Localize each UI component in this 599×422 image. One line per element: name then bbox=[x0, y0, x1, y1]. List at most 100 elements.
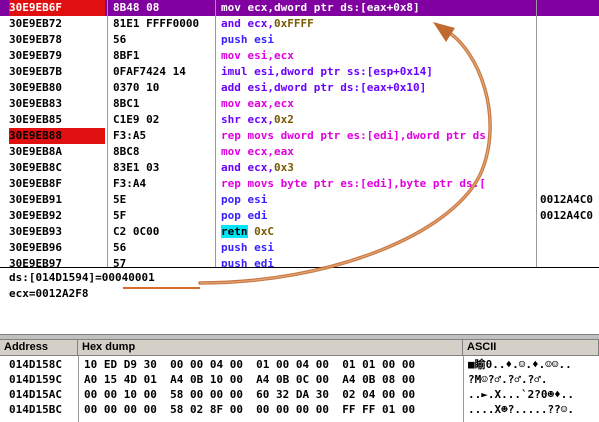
disasm-hex[interactable]: 56 bbox=[113, 240, 213, 256]
disassembly-pane[interactable]: 30E9EB6F 8B48 08 mov ecx,dword ptr ds:[eax… bbox=[0, 0, 599, 267]
instruction-token: add esi,dword ptr ds:[eax+0x10] bbox=[221, 81, 427, 94]
dump-ascii[interactable]: ?M☺?♂.?♂.?♂. bbox=[468, 373, 547, 387]
disasm-address[interactable]: 30E9EB93 bbox=[9, 224, 105, 240]
disasm-hex[interactable]: 0370 10 bbox=[113, 80, 213, 96]
disasm-instruction[interactable]: pop edi bbox=[221, 208, 541, 224]
disasm-instruction[interactable]: and ecx,0xFFFF bbox=[221, 16, 541, 32]
disasm-address[interactable]: 30E9EB80 bbox=[9, 80, 105, 96]
disasm-row[interactable]: 30E9EB8C 83E1 03 and ecx,0x3 bbox=[0, 160, 599, 176]
disasm-hex[interactable]: 56 bbox=[113, 32, 213, 48]
dump-address[interactable]: 014D158C bbox=[9, 358, 62, 372]
disasm-row[interactable]: 30E9EB80 0370 10 add esi,dword ptr ds:[eax… bbox=[0, 80, 599, 96]
disasm-divider-2 bbox=[215, 0, 216, 267]
dump-hex-bytes[interactable]: 00 00 10 00 58 00 00 00 60 32 DA 30 02 0… bbox=[84, 388, 415, 402]
dump-address[interactable]: 014D15AC bbox=[9, 388, 62, 402]
dump-ascii[interactable]: ....X☻?.....??☺. bbox=[468, 403, 574, 417]
disasm-hex[interactable]: 0FAF7424 14 bbox=[113, 64, 213, 80]
disasm-hex[interactable]: F3:A4 bbox=[113, 176, 213, 192]
disasm-hex[interactable]: 8BF1 bbox=[113, 48, 213, 64]
disasm-row[interactable]: 30E9EB83 8BC1 mov eax,ecx bbox=[0, 96, 599, 112]
disasm-row[interactable]: 30E9EB97 57 push edi bbox=[0, 256, 599, 267]
disasm-comment: 0012A4C0 bbox=[540, 193, 593, 206]
disasm-address[interactable]: 30E9EB88 bbox=[9, 128, 105, 144]
disasm-hex[interactable]: 83E1 03 bbox=[113, 160, 213, 176]
dump-row[interactable]: 014D15BC 00 00 00 00 58 02 8F 00 00 00 00… bbox=[0, 403, 599, 417]
disasm-row[interactable]: 30E9EB72 81E1 FFFF0000 and ecx,0xFFFF bbox=[0, 16, 599, 32]
disasm-address[interactable]: 30E9EB8F bbox=[9, 176, 105, 192]
instruction-token: mov ecx, bbox=[221, 1, 274, 14]
disasm-instruction[interactable]: mov esi,ecx bbox=[221, 48, 541, 64]
disasm-instruction[interactable]: mov ecx,dword ptr ds:[eax+0x8] bbox=[221, 0, 541, 16]
disasm-instruction[interactable]: push esi bbox=[221, 32, 541, 48]
disasm-row[interactable]: 30E9EB8A 8BC8 mov ecx,eax bbox=[0, 144, 599, 160]
dump-row[interactable]: 014D158C 10 ED D9 30 00 00 04 00 01 00 04… bbox=[0, 358, 599, 372]
dump-address[interactable]: 014D159C bbox=[9, 373, 62, 387]
dump-ascii[interactable]: ..►.X...`2?0☻♦.. bbox=[468, 388, 574, 402]
disasm-address[interactable]: 30E9EB96 bbox=[9, 240, 105, 256]
disasm-address[interactable]: 30E9EB85 bbox=[9, 112, 105, 128]
disasm-row[interactable]: 30E9EB93 C2 0C00 retn 0xC bbox=[0, 224, 599, 240]
disasm-hex[interactable]: C1E9 02 bbox=[113, 112, 213, 128]
dump-ascii[interactable]: ■睮0..♦.☺.♦.☺☺.. bbox=[468, 358, 572, 372]
disasm-instruction[interactable]: mov eax,ecx bbox=[221, 96, 541, 112]
disasm-hex[interactable]: F3:A5 bbox=[113, 128, 213, 144]
dump-row[interactable]: 014D15AC 00 00 10 00 58 00 00 00 60 32 DA… bbox=[0, 388, 599, 402]
disasm-instruction[interactable]: and ecx,0x3 bbox=[221, 160, 541, 176]
disasm-hex[interactable]: 57 bbox=[113, 256, 213, 267]
disasm-instruction[interactable]: pop esi bbox=[221, 192, 541, 208]
disasm-instruction[interactable]: add esi,dword ptr ds:[eax+0x10] bbox=[221, 80, 541, 96]
hex-dump-pane[interactable]: Address Hex dump ASCII 014D158C 10 ED D9 … bbox=[0, 340, 599, 422]
disasm-instruction[interactable]: shr ecx,0x2 bbox=[221, 112, 541, 128]
dump-hex-bytes[interactable]: 10 ED D9 30 00 00 04 00 01 00 04 00 01 0… bbox=[84, 358, 415, 372]
dump-row[interactable]: 014D159C A0 15 4D 01 A4 0B 10 00 A4 0B 0C… bbox=[0, 373, 599, 387]
disasm-address[interactable]: 30E9EB91 bbox=[9, 192, 105, 208]
disasm-hex[interactable]: 5E bbox=[113, 192, 213, 208]
disasm-address[interactable]: 30E9EB72 bbox=[9, 16, 105, 32]
value-underline bbox=[123, 287, 200, 289]
dump-address[interactable]: 014D15BC bbox=[9, 403, 62, 417]
disasm-address[interactable]: 30E9EB8C bbox=[9, 160, 105, 176]
disasm-hex[interactable]: 8B48 08 bbox=[113, 0, 213, 16]
disasm-address[interactable]: 30E9EB7B bbox=[9, 64, 105, 80]
disasm-address[interactable]: 30E9EB92 bbox=[9, 208, 105, 224]
info-pane: ds:[014D1594]=00040001 ecx=0012A2F8 bbox=[0, 268, 599, 334]
disasm-instruction[interactable]: push edi bbox=[221, 256, 541, 267]
instruction-token: rep movs dword ptr es:[edi],dword ptr ds bbox=[221, 129, 486, 142]
dump-header-ascii[interactable]: ASCII bbox=[463, 340, 599, 356]
disasm-row[interactable]: 30E9EB88 F3:A5 rep movs dword ptr es:[edi]… bbox=[0, 128, 599, 144]
disasm-address[interactable]: 30E9EB79 bbox=[9, 48, 105, 64]
disasm-instruction[interactable]: push esi bbox=[221, 240, 541, 256]
dump-header-address[interactable]: Address bbox=[0, 340, 78, 356]
disasm-hex[interactable]: 8BC1 bbox=[113, 96, 213, 112]
disasm-instruction[interactable]: mov ecx,eax bbox=[221, 144, 541, 160]
disasm-hex[interactable]: 8BC8 bbox=[113, 144, 213, 160]
disasm-hex[interactable]: 81E1 FFFF0000 bbox=[113, 16, 213, 32]
disasm-address[interactable]: 30E9EB83 bbox=[9, 96, 105, 112]
dump-hex-bytes[interactable]: A0 15 4D 01 A4 0B 10 00 A4 0B 0C 00 A4 0… bbox=[84, 373, 415, 387]
dump-hex-bytes[interactable]: 00 00 00 00 58 02 8F 00 00 00 00 00 FF F… bbox=[84, 403, 415, 417]
instruction-token: push edi bbox=[221, 257, 274, 267]
disasm-row[interactable]: 30E9EB78 56 push esi bbox=[0, 32, 599, 48]
disasm-address[interactable]: 30E9EB8A bbox=[9, 144, 105, 160]
dump-header-hex[interactable]: Hex dump bbox=[78, 340, 463, 356]
disasm-address[interactable]: 30E9EB97 bbox=[9, 256, 105, 267]
instruction-token: 0xFFFF bbox=[273, 17, 314, 30]
disasm-instruction[interactable]: rep movs dword ptr es:[edi],dword ptr ds bbox=[221, 128, 541, 144]
disasm-address[interactable]: 30E9EB6F bbox=[9, 0, 105, 16]
disasm-instruction[interactable]: rep movs byte ptr es:[edi],byte ptr ds:[ bbox=[221, 176, 541, 192]
disasm-row[interactable]: 30E9EB8F F3:A4 rep movs byte ptr es:[edi],… bbox=[0, 176, 599, 192]
disasm-row[interactable]: 30E9EB92 5F pop edi 0012A4C0 bbox=[0, 208, 599, 224]
disasm-hex[interactable]: C2 0C00 bbox=[113, 224, 213, 240]
disasm-comment: 0012A4C0 bbox=[540, 209, 593, 222]
disasm-row[interactable]: 30E9EB79 8BF1 mov esi,ecx bbox=[0, 48, 599, 64]
disasm-hex[interactable]: 5F bbox=[113, 208, 213, 224]
disasm-row[interactable]: 30E9EB91 5E pop esi 0012A4C0 bbox=[0, 192, 599, 208]
disasm-address[interactable]: 30E9EB78 bbox=[9, 32, 105, 48]
disasm-instruction[interactable]: imul esi,dword ptr ss:[esp+0x14] bbox=[221, 64, 541, 80]
disasm-row[interactable]: 30E9EB85 C1E9 02 shr ecx,0x2 bbox=[0, 112, 599, 128]
disasm-row[interactable]: 30E9EB96 56 push esi bbox=[0, 240, 599, 256]
dump-header: Address Hex dump ASCII bbox=[0, 340, 599, 356]
disasm-row[interactable]: 30E9EB6F 8B48 08 mov ecx,dword ptr ds:[eax… bbox=[0, 0, 599, 16]
disasm-row[interactable]: 30E9EB7B 0FAF7424 14 imul esi,dword ptr ss… bbox=[0, 64, 599, 80]
disasm-instruction[interactable]: retn 0xC bbox=[221, 224, 541, 240]
